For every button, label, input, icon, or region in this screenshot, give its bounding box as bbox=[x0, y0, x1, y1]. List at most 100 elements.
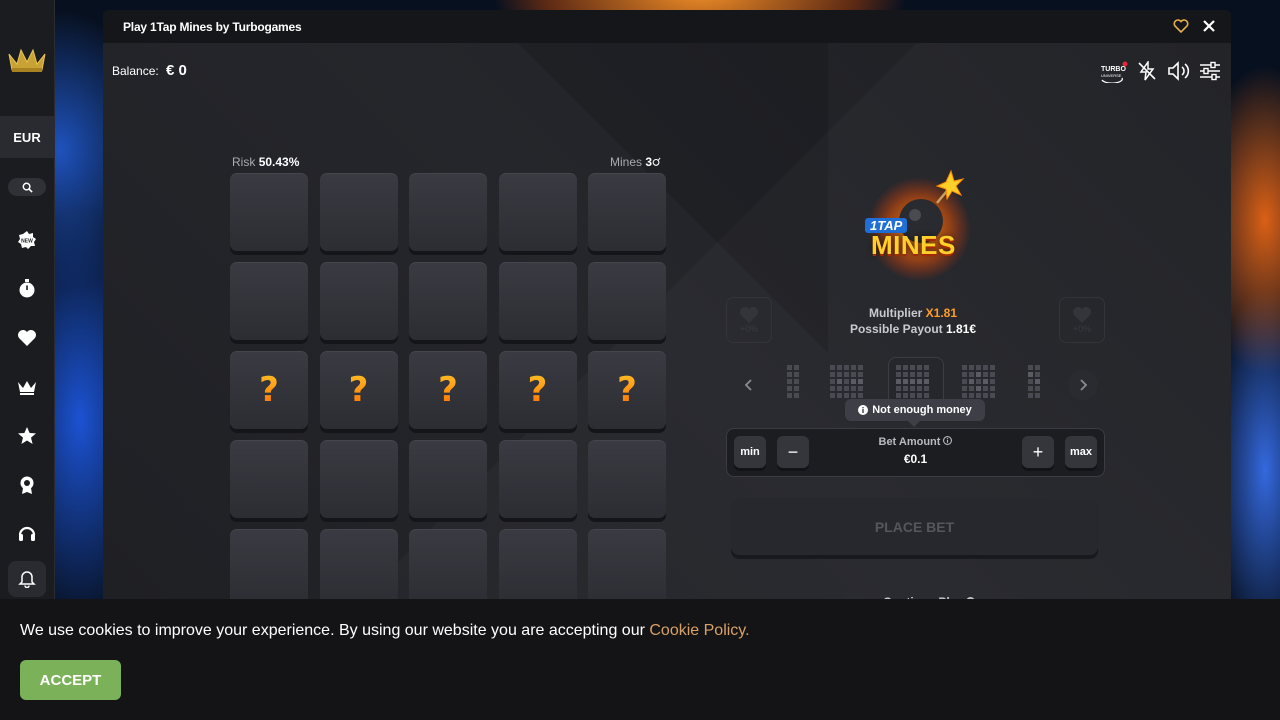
boost-left-box[interactable]: +0% bbox=[726, 297, 772, 343]
info-icon bbox=[943, 435, 953, 446]
grid-tile[interactable] bbox=[498, 262, 577, 340]
pattern-row[interactable] bbox=[830, 365, 863, 398]
grid-tile[interactable] bbox=[409, 440, 487, 518]
svg-text:TURBO: TURBO bbox=[1101, 66, 1126, 73]
heart-icon[interactable] bbox=[15, 326, 39, 350]
grid-tile[interactable] bbox=[498, 440, 577, 518]
cookie-text: We use cookies to improve your experienc… bbox=[20, 622, 750, 640]
svg-text:UNIVERSE: UNIVERSE bbox=[1101, 73, 1122, 78]
search-button[interactable] bbox=[8, 178, 46, 196]
bet-increase-button[interactable]: + bbox=[1022, 436, 1054, 468]
grid-tile[interactable] bbox=[498, 529, 577, 607]
mines-value: 3 bbox=[645, 155, 653, 169]
new-badge-icon[interactable]: NEW bbox=[15, 228, 39, 252]
cookie-message: We use cookies to improve your experienc… bbox=[20, 622, 645, 639]
pattern-middle-row[interactable] bbox=[896, 365, 929, 398]
cookie-banner: We use cookies to improve your experienc… bbox=[0, 599, 1280, 720]
currency-selector[interactable]: EUR bbox=[0, 116, 54, 158]
chevron-right-icon bbox=[1080, 379, 1088, 391]
pattern-column[interactable] bbox=[787, 365, 799, 398]
grid-tile[interactable] bbox=[230, 262, 308, 340]
grid-tile[interactable] bbox=[319, 440, 398, 518]
grid-tile-question[interactable]: ? bbox=[588, 351, 666, 429]
logo-text-bottom: MINES bbox=[871, 230, 956, 260]
favorite-heart-icon[interactable] bbox=[1173, 18, 1189, 39]
mines-grid: ? ? ? ? ? bbox=[230, 173, 670, 610]
pattern-next-button[interactable] bbox=[1068, 370, 1098, 400]
turbo-off-icon[interactable] bbox=[1137, 59, 1157, 86]
pattern-prev-button[interactable] bbox=[734, 370, 764, 400]
grid-tile[interactable] bbox=[588, 529, 666, 607]
pattern-cross[interactable] bbox=[962, 365, 995, 398]
star-icon[interactable] bbox=[15, 424, 39, 448]
bet-max-button[interactable]: max bbox=[1065, 436, 1097, 468]
bomb-icon bbox=[652, 157, 661, 166]
grid-tile[interactable] bbox=[409, 262, 487, 340]
sound-icon[interactable] bbox=[1167, 61, 1191, 86]
balance-value: € 0 bbox=[166, 62, 187, 79]
heart-outline-icon bbox=[740, 307, 758, 323]
multiplier-info: Multiplier X1.81 Possible Payout 1.81€ bbox=[798, 305, 1028, 337]
multiplier-value: X1.81 bbox=[925, 306, 958, 320]
turbo-universe-icon[interactable]: TURBO UNIVERSE bbox=[1100, 61, 1128, 88]
grid-tile[interactable] bbox=[409, 173, 487, 251]
question-mark-icon: ? bbox=[617, 370, 637, 410]
grid-tile-question[interactable]: ? bbox=[230, 351, 308, 429]
crown-logo-icon[interactable] bbox=[7, 44, 47, 74]
boost-right-value: +0% bbox=[1072, 324, 1092, 334]
game-body: Balance: € 0 TURBO UNIVERSE Risk 50.43% bbox=[103, 43, 1231, 610]
bet-amount-control: min − Bet Amount €0.1 + max bbox=[726, 428, 1105, 477]
stopwatch-icon[interactable] bbox=[15, 277, 39, 301]
question-mark-icon: ? bbox=[348, 370, 369, 410]
grid-tile[interactable] bbox=[230, 529, 308, 607]
accept-cookies-button[interactable]: ACCEPT bbox=[20, 660, 121, 700]
grid-tile[interactable] bbox=[498, 173, 577, 251]
grid-tile-question[interactable]: ? bbox=[498, 351, 577, 429]
mines-label: Mines bbox=[610, 155, 643, 169]
grid-tile[interactable] bbox=[588, 262, 666, 340]
grid-tile[interactable] bbox=[230, 440, 308, 518]
payout-label: Possible Payout bbox=[849, 322, 943, 336]
payout-value: 1.81€ bbox=[946, 322, 977, 336]
game-header: Play 1Tap Mines by Turbogames bbox=[103, 10, 1231, 43]
question-mark-icon: ? bbox=[527, 370, 548, 410]
headset-icon[interactable] bbox=[15, 522, 39, 546]
risk-value: 50.43% bbox=[258, 155, 300, 169]
multiplier-label: Multiplier bbox=[868, 306, 923, 320]
grid-tile[interactable] bbox=[319, 262, 398, 340]
award-icon[interactable] bbox=[15, 473, 39, 497]
bell-icon bbox=[18, 571, 36, 588]
cookie-policy-link[interactable]: Cookie Policy. bbox=[649, 622, 749, 639]
question-mark-icon: ? bbox=[438, 370, 458, 410]
settings-sliders-icon[interactable] bbox=[1199, 61, 1221, 86]
boost-left-value: +0% bbox=[739, 324, 759, 334]
grid-tile[interactable] bbox=[409, 529, 487, 607]
pattern-partial[interactable] bbox=[1028, 365, 1040, 398]
grid-tile[interactable] bbox=[588, 440, 666, 518]
not-enough-money-tooltip: Not enough money bbox=[845, 399, 985, 427]
mines-indicator: Mines 3 bbox=[610, 155, 661, 169]
grid-tile[interactable] bbox=[230, 173, 308, 251]
balance: Balance: € 0 bbox=[112, 62, 187, 79]
question-mark-icon: ? bbox=[259, 370, 279, 410]
svg-text:NEW: NEW bbox=[21, 239, 33, 245]
grid-tile[interactable] bbox=[319, 173, 398, 251]
heart-outline-icon bbox=[1073, 307, 1091, 323]
close-icon[interactable] bbox=[1201, 18, 1217, 39]
search-icon bbox=[22, 182, 33, 193]
risk-label: Risk bbox=[232, 155, 256, 169]
grid-tile-question[interactable]: ? bbox=[409, 351, 487, 429]
chevron-left-icon bbox=[744, 379, 752, 391]
place-bet-button[interactable]: PLACE BET bbox=[731, 498, 1098, 555]
game-title: Play 1Tap Mines by Turbogames bbox=[123, 20, 302, 34]
notifications-button[interactable] bbox=[8, 561, 46, 597]
grid-tile-question[interactable]: ? bbox=[319, 351, 398, 429]
game-logo: 1TAP MINES bbox=[851, 163, 981, 283]
game-window: Play 1Tap Mines by Turbogames Balance: €… bbox=[103, 10, 1231, 610]
grid-tile[interactable] bbox=[588, 173, 666, 251]
grid-tile[interactable] bbox=[319, 529, 398, 607]
tooltip-text: Not enough money bbox=[872, 404, 972, 416]
boost-right-box[interactable]: +0% bbox=[1059, 297, 1105, 343]
info-icon bbox=[858, 405, 869, 415]
crown-icon[interactable] bbox=[15, 375, 39, 399]
